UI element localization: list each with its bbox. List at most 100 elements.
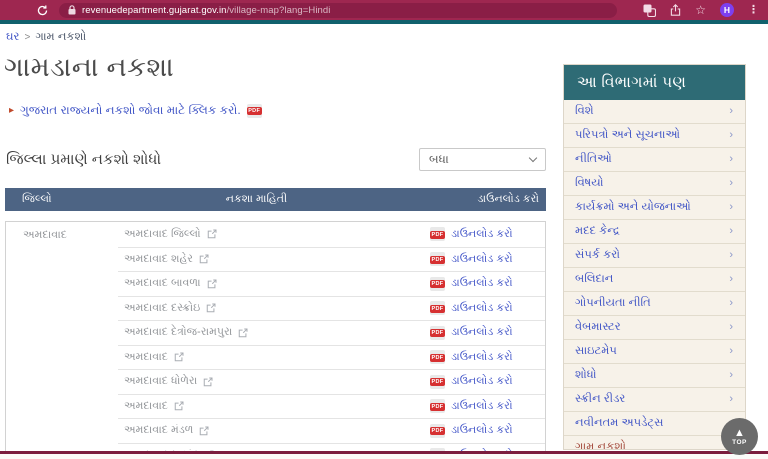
- sidebar-item[interactable]: સાઇટમેપ ›: [564, 340, 745, 364]
- sidebar-item-label: કાર્યક્રમો અને યોજનાઓ: [575, 201, 691, 213]
- page-title: ગામડાના નકશા: [4, 52, 175, 82]
- sidebar-title: આ વિભાગમાં પણ: [564, 65, 745, 100]
- map-link[interactable]: અમદાવાદ દસ્ક્રોઇ: [124, 302, 200, 315]
- sidebar-item[interactable]: નીતિઓ ›: [564, 148, 745, 172]
- map-link[interactable]: અમદાવાદ ધોળેરા: [124, 375, 197, 388]
- sidebar-item[interactable]: નવીનતમ અપડેટ્સ ›: [564, 412, 745, 436]
- download-cell: PDF ડાઉનલોડ કરો: [400, 374, 545, 389]
- download-link[interactable]: ડાઉનલોડ કરો: [451, 351, 513, 364]
- sidebar-item[interactable]: કાર્યક્રમો અને યોજનાઓ ›: [564, 196, 745, 220]
- download-link[interactable]: ડાઉનલોડ કરો: [451, 277, 513, 290]
- sidebar-item-label: નવીનતમ અપડેટ્સ: [575, 417, 664, 429]
- district-select[interactable]: બધા: [419, 148, 546, 171]
- map-info-cell: અમદાવાદ: [124, 351, 184, 364]
- pdf-icon[interactable]: PDF: [246, 103, 262, 118]
- download-link[interactable]: ડાઉનલોડ કરો: [451, 375, 513, 388]
- state-map-link[interactable]: ગુજરાત રાજ્યનો નકશો જોવા માટે ક્લિક કરો.: [20, 103, 241, 118]
- map-link[interactable]: અમદાવાદ: [124, 351, 168, 364]
- sidebar-item[interactable]: વિષયો ›: [564, 172, 745, 196]
- map-link[interactable]: અમદાવાદ દેત્રોજ-રામપુરા: [124, 326, 232, 339]
- lock-icon: [68, 5, 76, 15]
- column-header-download: ડાઉનલોડ કરો: [477, 193, 539, 205]
- download-link[interactable]: ડાઉનલોડ કરો: [451, 424, 513, 437]
- state-map-row: ▸ ગુજરાત રાજ્યનો નકશો જોવા માટે ક્લિક કર…: [9, 103, 262, 118]
- map-link[interactable]: અમદાવાદ મંડળ: [124, 424, 193, 437]
- reload-button[interactable]: [37, 5, 48, 16]
- pdf-icon: PDF: [430, 301, 445, 316]
- map-info-cell: અમદાવાદ: [124, 400, 184, 413]
- district-map-table: જિલ્લો નકશા માહિતી ડાઉનલોડ કરો અમદાવાદ અ…: [5, 188, 546, 459]
- sidebar-item-label: પરિપત્રો અને સૂચનાઓ: [575, 129, 681, 141]
- reload-icon: [37, 5, 48, 15]
- map-info-cell: અમદાવાદ દસ્ક્રોઇ: [124, 302, 216, 315]
- download-link[interactable]: ડાઉનલોડ કરો: [451, 400, 513, 413]
- download-link[interactable]: ડાઉનલોડ કરો: [451, 302, 513, 315]
- sidebar-item[interactable]: ગામ નકશો ›: [564, 436, 745, 450]
- translate-icon[interactable]: [643, 4, 657, 17]
- sidebar-item[interactable]: વેબમાસ્ટર ›: [564, 316, 745, 340]
- chevron-right-icon: ›: [729, 273, 733, 285]
- map-info-cell: અમદાવાદ દેત્રોજ-રામપુરા: [124, 326, 248, 339]
- chevron-right-icon: ›: [729, 105, 733, 117]
- table-row: અમદાવાદ બાવળા PDF ડાઉનલોડ કરો: [118, 271, 545, 296]
- profile-avatar[interactable]: H: [720, 3, 734, 17]
- table-row: અમદાવાદ જિલ્લો PDF ડાઉનલોડ કરો: [118, 222, 545, 247]
- pdf-icon: PDF: [430, 325, 445, 340]
- sidebar-item[interactable]: શોધો ›: [564, 364, 745, 388]
- sidebar-item-label: બલિદાન: [575, 273, 614, 285]
- sidebar-item-label: સ્ક્રીન રીડર: [575, 393, 626, 405]
- back-to-top-button[interactable]: ▲ TOP: [721, 418, 758, 455]
- site-nav-strip: [0, 20, 768, 24]
- pdf-icon-label: PDF: [430, 280, 445, 289]
- chrome-actions: ☆ H ⋮: [643, 3, 759, 17]
- download-link[interactable]: ડાઉનલોડ કરો: [451, 228, 513, 241]
- download-cell: PDF ડાઉનલોડ કરો: [400, 350, 545, 365]
- map-info-cell: અમદાવાદ જિલ્લો: [124, 228, 217, 241]
- column-header-map-info: નકશા માહિતી: [225, 193, 288, 205]
- district-name: અમદાવાદ: [23, 229, 67, 241]
- sidebar-item[interactable]: મદદ કેન્દ્ર ›: [564, 220, 745, 244]
- address-bar[interactable]: revenuedepartment.gujarat.gov.in/village…: [59, 2, 617, 18]
- sidebar-item[interactable]: ગોપનીયતા નીતિ ›: [564, 292, 745, 316]
- chevron-right-icon: ›: [729, 177, 733, 189]
- map-info-cell: અમદાવાદ શહેર: [124, 253, 209, 266]
- bookmark-star-icon[interactable]: ☆: [695, 4, 706, 16]
- chevron-down-icon: [528, 153, 538, 163]
- download-cell: PDF ડાઉનલોડ કરો: [400, 227, 545, 242]
- url-domain: revenuedepartment.gujarat.gov.in: [82, 4, 227, 16]
- breadcrumb-home-link[interactable]: ઘર: [6, 31, 19, 44]
- chevron-right-icon: ›: [729, 345, 733, 357]
- download-link[interactable]: ડાઉનલોડ કરો: [451, 253, 513, 266]
- sidebar-item[interactable]: બલિદાન ›: [564, 268, 745, 292]
- browser-menu-icon[interactable]: ⋮: [748, 4, 759, 16]
- sidebar-item-label: ગોપનીયતા નીતિ: [575, 297, 651, 309]
- sidebar-item-label: સંપર્ક કરો: [575, 249, 621, 261]
- browser-chrome: revenuedepartment.gujarat.gov.in/village…: [0, 0, 768, 20]
- sidebar-items: વિશે › પરિપત્રો અને સૂચનાઓ › નીતિઓ › વિષ…: [564, 100, 745, 450]
- sidebar-item[interactable]: સંપર્ક કરો ›: [564, 244, 745, 268]
- pdf-icon-label: PDF: [430, 353, 445, 362]
- chevron-right-icon: ›: [729, 297, 733, 309]
- url-path: /village-map?lang=Hindi: [226, 4, 331, 16]
- pdf-icon: PDF: [430, 227, 445, 242]
- sidebar-item[interactable]: સ્ક્રીન રીડર ›: [564, 388, 745, 412]
- sidebar-item[interactable]: વિશે ›: [564, 100, 745, 124]
- download-link[interactable]: ડાઉનલોડ કરો: [451, 326, 513, 339]
- table-row: અમદાવાદ શહેર PDF ડાઉનલોડ કરો: [118, 246, 545, 272]
- map-link[interactable]: અમદાવાદ શહેર: [124, 253, 193, 266]
- sidebar-item-label: સાઇટમેપ: [575, 345, 617, 357]
- chevron-right-icon: ›: [729, 153, 733, 165]
- external-link-icon: [239, 328, 248, 337]
- bullet-arrow-icon: ▸: [9, 104, 15, 116]
- pdf-icon: PDF: [430, 276, 445, 291]
- pdf-icon: PDF: [430, 252, 445, 267]
- sidebar-item[interactable]: પરિપત્રો અને સૂચનાઓ ›: [564, 124, 745, 148]
- share-icon[interactable]: [670, 4, 681, 16]
- sidebar-item-label: ગામ નકશો: [575, 441, 626, 450]
- pdf-icon-label: PDF: [430, 329, 445, 338]
- pdf-icon-label: PDF: [430, 402, 445, 411]
- map-link[interactable]: અમદાવાદ બાવળા: [124, 277, 201, 290]
- map-link[interactable]: અમદાવાદ: [124, 400, 168, 413]
- download-cell: PDF ડાઉનલોડ કરો: [400, 325, 545, 340]
- map-link[interactable]: અમદાવાદ જિલ્લો: [124, 228, 201, 241]
